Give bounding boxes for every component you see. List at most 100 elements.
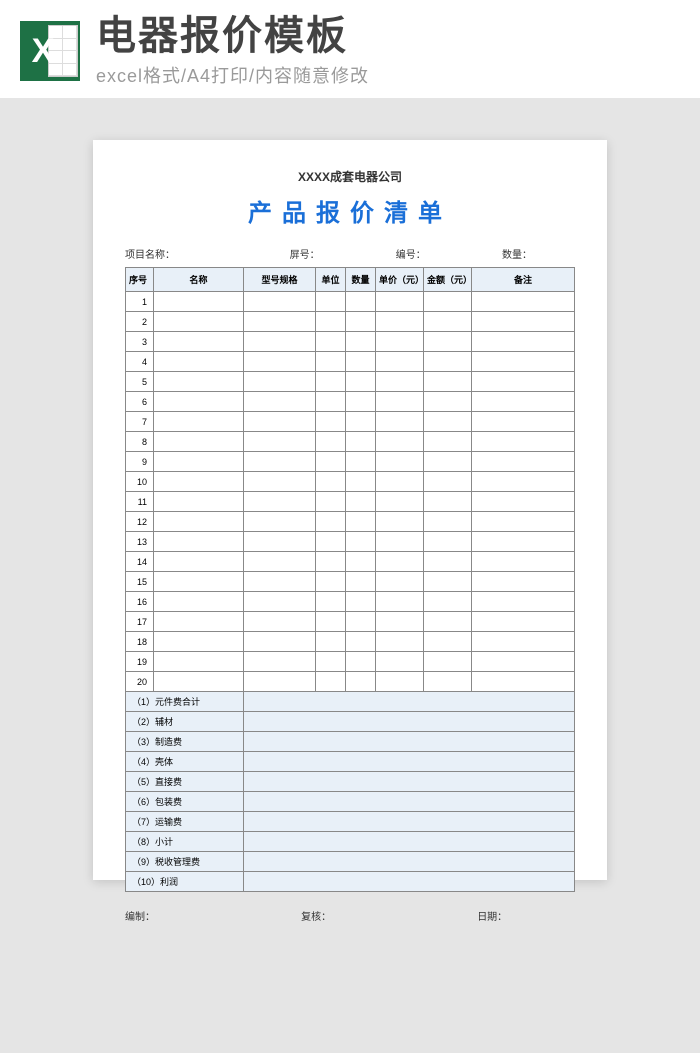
table-cell <box>424 452 472 472</box>
summary-value <box>244 692 575 712</box>
col-price: 单价（元） <box>376 268 424 292</box>
table-cell <box>424 612 472 632</box>
row-seq: 11 <box>126 492 154 512</box>
table-cell <box>316 432 346 452</box>
table-cell <box>376 612 424 632</box>
summary-row: （4）壳体 <box>126 752 575 772</box>
table-row: 8 <box>126 432 575 452</box>
row-seq: 19 <box>126 652 154 672</box>
table-cell <box>472 572 575 592</box>
table-cell <box>472 372 575 392</box>
table-cell <box>424 672 472 692</box>
summary-row: （3）制造费 <box>126 732 575 752</box>
table-cell <box>316 392 346 412</box>
table-cell <box>472 632 575 652</box>
qty-label: 数量： <box>502 246 575 261</box>
table-cell <box>244 352 316 372</box>
table-cell <box>346 332 376 352</box>
table-cell <box>244 332 316 352</box>
table-cell <box>154 392 244 412</box>
table-cell <box>154 612 244 632</box>
row-seq: 15 <box>126 572 154 592</box>
table-cell <box>346 512 376 532</box>
table-cell <box>346 452 376 472</box>
table-cell <box>154 412 244 432</box>
table-cell <box>472 492 575 512</box>
table-cell <box>244 552 316 572</box>
table-cell <box>424 592 472 612</box>
footer-row: 编制： 复核： 日期： <box>125 904 575 923</box>
table-cell <box>424 632 472 652</box>
table-cell <box>154 652 244 672</box>
table-cell <box>376 472 424 492</box>
table-cell <box>346 432 376 452</box>
table-cell <box>346 632 376 652</box>
summary-value <box>244 852 575 872</box>
row-seq: 13 <box>126 532 154 552</box>
table-cell <box>472 472 575 492</box>
summary-value <box>244 812 575 832</box>
table-cell <box>154 452 244 472</box>
row-seq: 5 <box>126 372 154 392</box>
info-row: 项目名称： 屏号： 编号： 数量： <box>125 246 575 261</box>
row-seq: 14 <box>126 552 154 572</box>
row-seq: 10 <box>126 472 154 492</box>
table-cell <box>154 512 244 532</box>
table-cell <box>376 452 424 472</box>
table-cell <box>424 352 472 372</box>
table-cell <box>346 412 376 432</box>
table-cell <box>472 592 575 612</box>
date-label: 日期： <box>477 908 575 923</box>
table-cell <box>316 292 346 312</box>
table-cell <box>154 492 244 512</box>
table-cell <box>316 372 346 392</box>
project-label: 项目名称： <box>125 246 286 261</box>
table-cell <box>244 532 316 552</box>
banner-subtitle: excel格式/A4打印/内容随意修改 <box>96 62 680 88</box>
table-cell <box>316 592 346 612</box>
table-cell <box>154 632 244 652</box>
table-cell <box>244 592 316 612</box>
table-cell <box>316 332 346 352</box>
row-seq: 9 <box>126 452 154 472</box>
row-seq: 12 <box>126 512 154 532</box>
table-cell <box>154 292 244 312</box>
table-cell <box>424 332 472 352</box>
table-cell <box>376 512 424 532</box>
document-page: XXXX成套电器公司 产品报价清单 项目名称： 屏号： 编号： 数量： 序号 名… <box>93 140 607 880</box>
row-seq: 16 <box>126 592 154 612</box>
table-cell <box>154 592 244 612</box>
table-cell <box>346 612 376 632</box>
table-cell <box>244 292 316 312</box>
summary-row: （9）税收管理费 <box>126 852 575 872</box>
summary-row: （8）小计 <box>126 832 575 852</box>
table-cell <box>154 352 244 372</box>
table-cell <box>316 412 346 432</box>
col-note: 备注 <box>472 268 575 292</box>
col-seq: 序号 <box>126 268 154 292</box>
table-row: 6 <box>126 392 575 412</box>
table-cell <box>472 412 575 432</box>
col-spec: 型号规格 <box>244 268 316 292</box>
table-row: 7 <box>126 412 575 432</box>
summary-value <box>244 712 575 732</box>
table-row: 4 <box>126 352 575 372</box>
table-cell <box>316 652 346 672</box>
table-cell <box>376 492 424 512</box>
summary-row: （1）元件费合计 <box>126 692 575 712</box>
banner-header: X 电器报价模板 excel格式/A4打印/内容随意修改 <box>0 0 700 98</box>
table-cell <box>424 312 472 332</box>
table-cell <box>346 672 376 692</box>
table-cell <box>346 532 376 552</box>
table-cell <box>472 672 575 692</box>
table-cell <box>346 592 376 612</box>
summary-value <box>244 772 575 792</box>
table-cell <box>154 312 244 332</box>
table-cell <box>244 612 316 632</box>
table-cell <box>376 372 424 392</box>
table-cell <box>472 652 575 672</box>
table-cell <box>472 512 575 532</box>
summary-label: （4）壳体 <box>126 752 244 772</box>
table-cell <box>376 392 424 412</box>
table-cell <box>154 532 244 552</box>
